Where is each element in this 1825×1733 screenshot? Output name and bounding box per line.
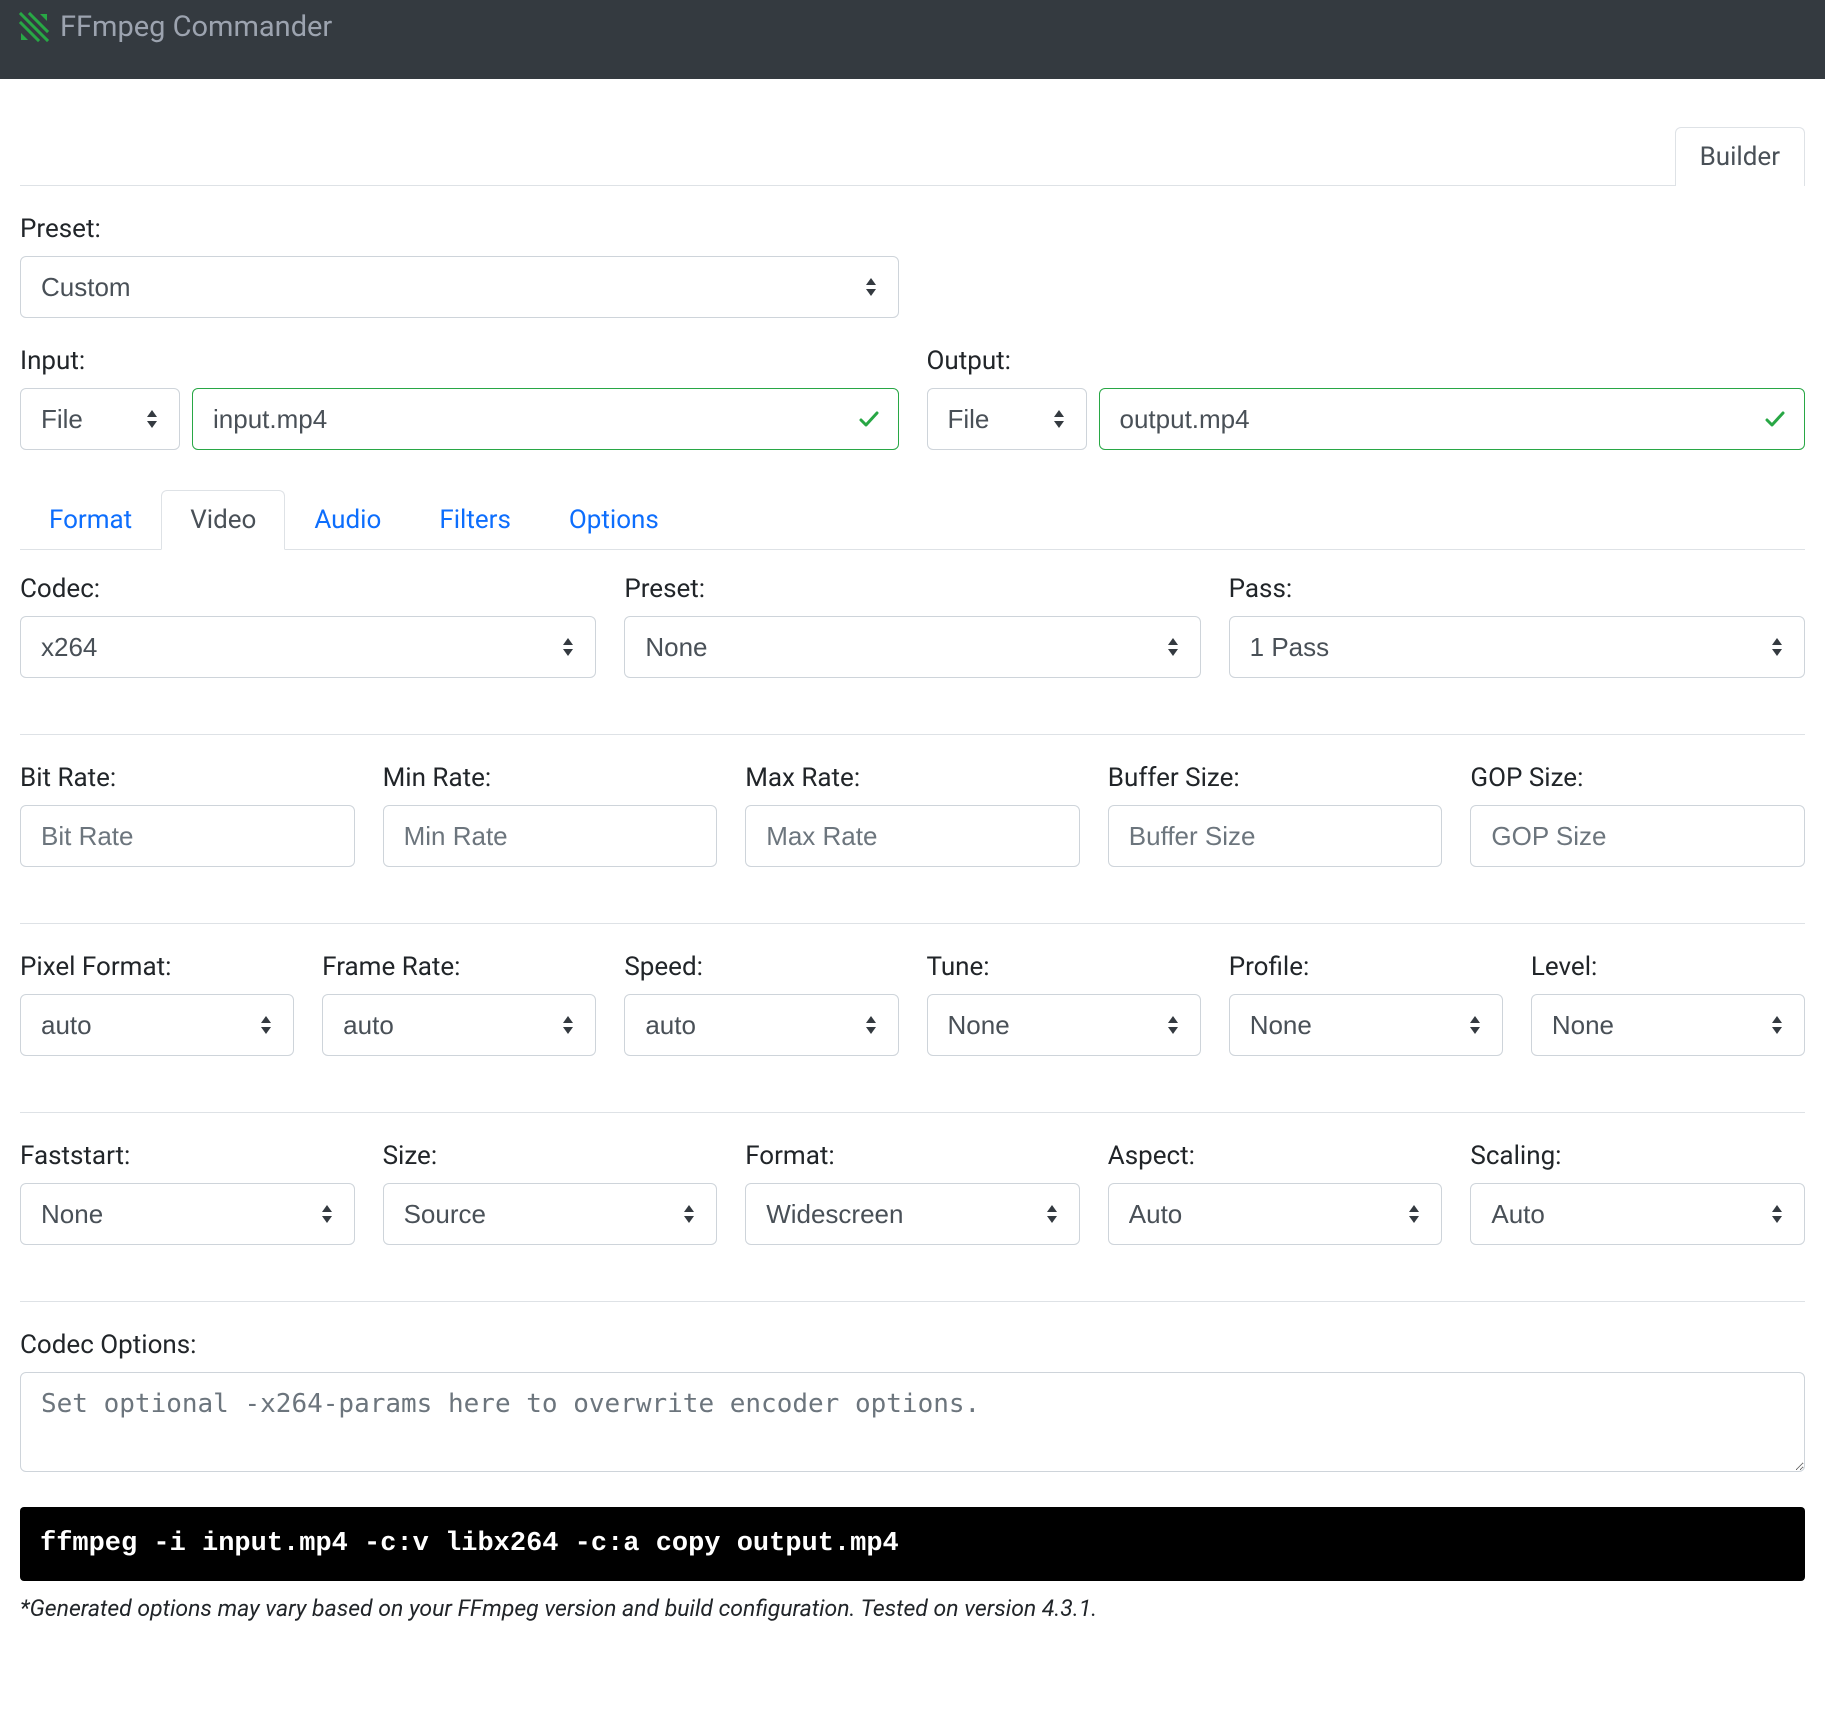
command-output: ffmpeg -i input.mp4 -c:v libx264 -c:a co…: [20, 1507, 1805, 1581]
size-label: Size:: [383, 1141, 718, 1171]
profile-label: Profile:: [1229, 952, 1503, 982]
tab-filters[interactable]: Filters: [410, 490, 540, 550]
tab-audio[interactable]: Audio: [285, 490, 410, 550]
preset-select[interactable]: Custom: [20, 256, 899, 318]
framerate-label: Frame Rate:: [322, 952, 596, 982]
footnote: *Generated options may vary based on you…: [20, 1595, 1805, 1622]
tab-builder[interactable]: Builder: [1675, 127, 1805, 186]
format-label: Format:: [745, 1141, 1080, 1171]
scaling-select[interactable]: Auto: [1470, 1183, 1805, 1245]
input-label: Input:: [20, 346, 899, 376]
codec-label: Codec:: [20, 574, 596, 604]
maxrate-label: Max Rate:: [745, 763, 1080, 793]
pass-label: Pass:: [1229, 574, 1805, 604]
minrate-input[interactable]: [383, 805, 718, 867]
pixfmt-label: Pixel Format:: [20, 952, 294, 982]
aspect-select[interactable]: Auto: [1108, 1183, 1443, 1245]
gop-label: GOP Size:: [1470, 763, 1805, 793]
codec-options-label: Codec Options:: [20, 1330, 1805, 1360]
top-tabs: Builder: [20, 127, 1805, 186]
tune-select[interactable]: None: [927, 994, 1201, 1056]
framerate-select[interactable]: auto: [322, 994, 596, 1056]
level-label: Level:: [1531, 952, 1805, 982]
codec-select[interactable]: x264: [20, 616, 596, 678]
format-select[interactable]: Widescreen: [745, 1183, 1080, 1245]
preset-label: Preset:: [20, 214, 899, 244]
tab-format[interactable]: Format: [20, 490, 161, 550]
speed-label: Speed:: [624, 952, 898, 982]
pixfmt-select[interactable]: auto: [20, 994, 294, 1056]
speed-select[interactable]: auto: [624, 994, 898, 1056]
section-tabs: Format Video Audio Filters Options: [20, 490, 1805, 550]
bufsize-input[interactable]: [1108, 805, 1443, 867]
output-label: Output:: [927, 346, 1806, 376]
input-file-field[interactable]: [192, 388, 899, 450]
input-type-select[interactable]: File: [20, 388, 180, 450]
level-select[interactable]: None: [1531, 994, 1805, 1056]
faststart-select[interactable]: None: [20, 1183, 355, 1245]
bitrate-input[interactable]: [20, 805, 355, 867]
app-brand[interactable]: FFmpeg Commander: [18, 10, 332, 44]
tab-video[interactable]: Video: [161, 490, 285, 550]
output-type-select[interactable]: File: [927, 388, 1087, 450]
tab-options[interactable]: Options: [540, 490, 688, 550]
scaling-label: Scaling:: [1470, 1141, 1805, 1171]
output-file-field[interactable]: [1099, 388, 1806, 450]
profile-select[interactable]: None: [1229, 994, 1503, 1056]
navbar: FFmpeg Commander: [0, 0, 1825, 79]
gop-input[interactable]: [1470, 805, 1805, 867]
codec-options-textarea[interactable]: [20, 1372, 1805, 1472]
ffmpeg-logo-icon: [18, 11, 50, 43]
maxrate-input[interactable]: [745, 805, 1080, 867]
video-preset-select[interactable]: None: [624, 616, 1200, 678]
bitrate-label: Bit Rate:: [20, 763, 355, 793]
pass-select[interactable]: 1 Pass: [1229, 616, 1805, 678]
video-preset-label: Preset:: [624, 574, 1200, 604]
size-select[interactable]: Source: [383, 1183, 718, 1245]
bufsize-label: Buffer Size:: [1108, 763, 1443, 793]
faststart-label: Faststart:: [20, 1141, 355, 1171]
app-title: FFmpeg Commander: [60, 10, 332, 44]
aspect-label: Aspect:: [1108, 1141, 1443, 1171]
minrate-label: Min Rate:: [383, 763, 718, 793]
tune-label: Tune:: [927, 952, 1201, 982]
